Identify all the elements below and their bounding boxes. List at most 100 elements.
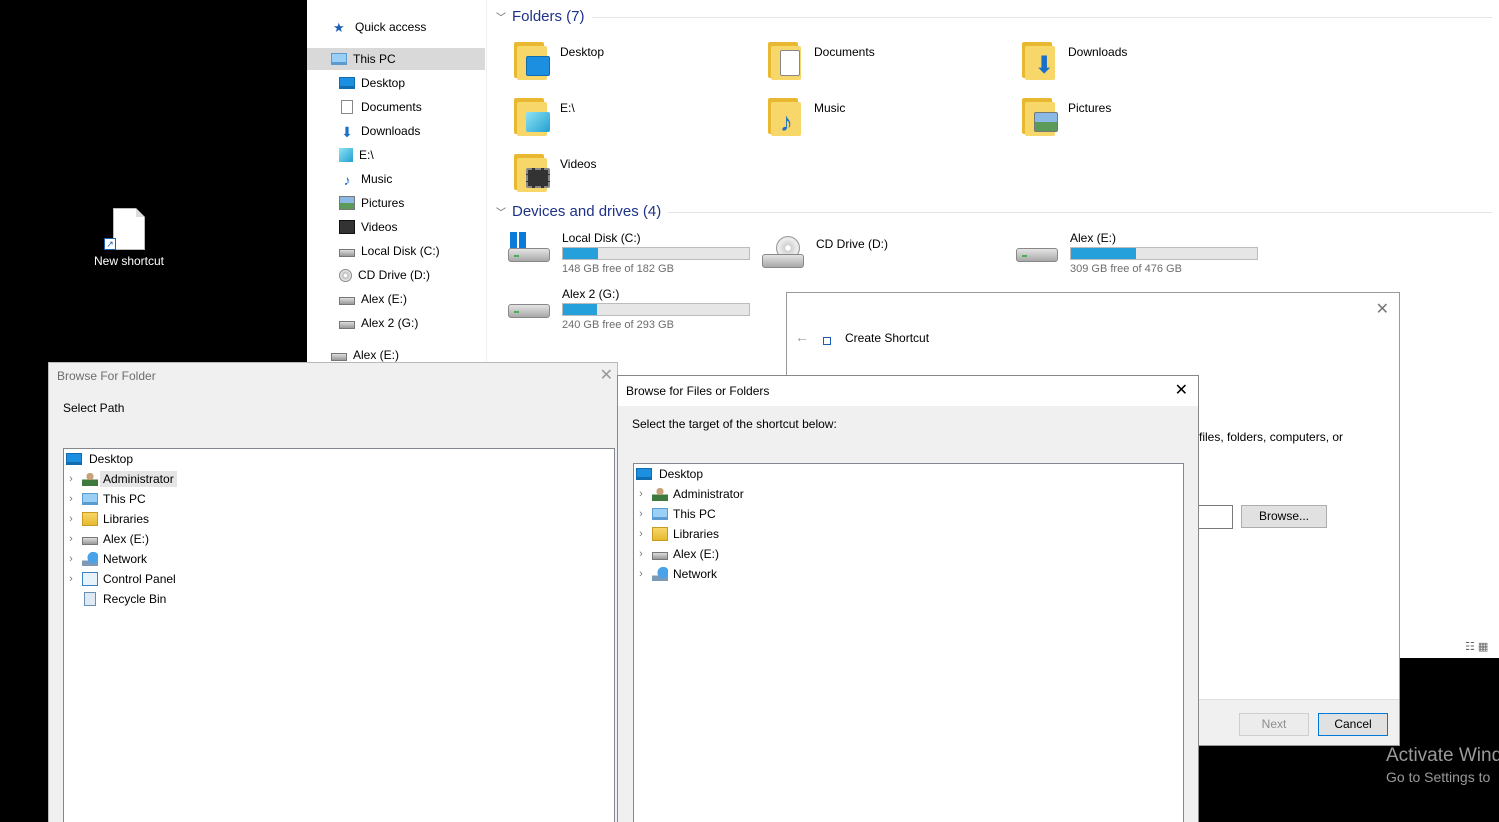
back-arrow-icon[interactable]: ← (795, 329, 809, 345)
chevron-right-icon[interactable]: › (634, 528, 648, 540)
chevron-down-icon: ﹀ (496, 208, 506, 219)
drive-cd-d[interactable]: CD Drive (D:) (762, 236, 1012, 286)
folder-music[interactable]: ♪ Music (768, 96, 1008, 146)
divider (668, 212, 1492, 213)
network-icon (82, 552, 98, 566)
wizard-title: Create Shortcut (845, 331, 930, 345)
chevron-right-icon[interactable]: › (634, 548, 648, 560)
desktop-icon (339, 77, 355, 89)
next-button[interactable]: Next (1239, 713, 1309, 736)
tree-item-libraries[interactable]: › Libraries (64, 509, 152, 529)
hard-drive-icon (339, 249, 355, 257)
film-icon (339, 220, 355, 234)
folders-group-header[interactable]: ﹀ Folders (7) (496, 8, 585, 25)
chevron-right-icon[interactable]: › (64, 573, 78, 585)
tree-item-this-pc[interactable]: › This PC (634, 504, 719, 524)
nav-pictures[interactable]: Pictures (339, 192, 404, 214)
dialog-prompt: Select Path (63, 401, 125, 415)
close-icon[interactable]: ✕ (1175, 380, 1188, 400)
nav-desktop[interactable]: Desktop (339, 72, 405, 94)
tree-item-recycle-bin[interactable]: Recycle Bin (64, 589, 169, 609)
usage-bar (562, 303, 750, 316)
3d-objects-icon (339, 148, 353, 162)
wizard-description: files, folders, computers, or (1199, 430, 1344, 444)
activation-watermark: Activate Wind Go to Settings to (1386, 745, 1499, 785)
hard-drive-icon (82, 537, 98, 545)
view-toggle-icons[interactable]: ☷ ▦ (1465, 640, 1488, 653)
shortcut-label: New shortcut (93, 254, 165, 268)
desktop-shortcut[interactable]: ↗ New shortcut (88, 208, 170, 268)
nav-local-disk-c[interactable]: Local Disk (C:) (339, 240, 440, 262)
hard-drive-icon (339, 321, 355, 329)
drive-alex-e[interactable]: Alex (E:) 309 GB free of 476 GB (1016, 230, 1266, 280)
folder-documents[interactable]: Documents (768, 40, 1008, 90)
user-icon (82, 472, 98, 486)
tree-item-control-panel[interactable]: › Control Panel (64, 569, 179, 589)
chevron-right-icon[interactable]: › (64, 533, 78, 545)
tree-item-administrator[interactable]: › Administrator (634, 484, 747, 504)
desktop-icon (636, 468, 652, 480)
user-icon (652, 487, 668, 501)
nav-alex-e[interactable]: Alex (E:) (339, 288, 407, 310)
browse-button[interactable]: Browse... (1241, 505, 1327, 528)
tree-item-this-pc[interactable]: › This PC (64, 489, 149, 509)
folder-videos[interactable]: Videos (514, 152, 754, 202)
usage-bar (1070, 247, 1258, 260)
computer-icon (82, 493, 98, 505)
hard-drive-icon (508, 286, 552, 326)
nav-cd-drive-d[interactable]: CD Drive (D:) (339, 264, 430, 286)
nav-music[interactable]: ♪ Music (339, 168, 393, 190)
tree-item-desktop[interactable]: Desktop (64, 449, 136, 469)
folder-desktop[interactable]: Desktop (514, 40, 754, 90)
folder-downloads[interactable]: ⬇ Downloads (1022, 40, 1262, 90)
chevron-right-icon[interactable]: › (634, 488, 648, 500)
chevron-right-icon[interactable]: › (64, 493, 78, 505)
dialog-title: Browse For Folder (57, 369, 156, 383)
computer-icon (331, 53, 347, 65)
videos-folder-icon (514, 152, 550, 192)
tree-item-network[interactable]: › Network (634, 564, 720, 584)
nav-quick-access[interactable]: ★ Quick access (333, 16, 426, 38)
drive-alex-2-g[interactable]: Alex 2 (G:) 240 GB free of 293 GB (508, 286, 758, 336)
hard-drive-icon (331, 353, 347, 361)
recycle-bin-icon (84, 592, 96, 606)
nav-this-pc[interactable]: This PC (307, 48, 485, 70)
drives-group-header[interactable]: ﹀ Devices and drives (4) (496, 203, 661, 220)
nav-e-drive-folder[interactable]: E:\ (339, 144, 374, 166)
nav-documents[interactable]: Documents (339, 96, 422, 118)
picture-icon (339, 196, 355, 210)
close-icon[interactable]: ✕ (600, 365, 613, 385)
tree-item-alex-e[interactable]: › Alex (E:) (64, 529, 152, 549)
folder-e-drive[interactable]: E:\ (514, 96, 754, 146)
chevron-right-icon[interactable]: › (64, 513, 78, 525)
music-note-icon: ♪ (343, 172, 351, 188)
nav-videos[interactable]: Videos (339, 216, 397, 238)
tree-item-alex-e[interactable]: › Alex (E:) (634, 544, 722, 564)
shortcut-file-icon (113, 208, 145, 250)
tree-item-libraries[interactable]: › Libraries (634, 524, 722, 544)
chevron-right-icon[interactable]: › (634, 568, 648, 580)
music-folder-icon: ♪ (768, 96, 802, 136)
nav-alex-2-g[interactable]: Alex 2 (G:) (339, 312, 418, 334)
star-icon: ★ (333, 20, 345, 35)
tree-item-network[interactable]: › Network (64, 549, 150, 569)
documents-folder-icon (768, 40, 802, 80)
folder-pictures[interactable]: Pictures (1022, 96, 1262, 146)
drive-local-disk-c[interactable]: Local Disk (C:) 148 GB free of 182 GB (508, 230, 758, 280)
chevron-right-icon[interactable]: › (634, 508, 648, 520)
network-icon (652, 567, 668, 581)
shortcut-icon (823, 337, 831, 345)
dialog-prompt: Select the target of the shortcut below: (632, 417, 837, 431)
desktop-icon (66, 453, 82, 465)
usage-bar (562, 247, 750, 260)
nav-downloads[interactable]: ⬇ Downloads (339, 120, 420, 142)
close-icon[interactable]: ✕ (1376, 299, 1389, 319)
hard-drive-icon (1016, 230, 1060, 270)
chevron-right-icon[interactable]: › (64, 553, 78, 565)
tree-item-desktop[interactable]: Desktop (634, 464, 706, 484)
cancel-button[interactable]: Cancel (1318, 713, 1388, 736)
file-tree: Desktop › Administrator › This PC › Libr… (633, 463, 1184, 822)
chevron-right-icon[interactable]: › (64, 473, 78, 485)
tree-item-administrator[interactable]: › Administrator (64, 469, 177, 489)
chevron-down-icon: ﹀ (496, 13, 506, 24)
